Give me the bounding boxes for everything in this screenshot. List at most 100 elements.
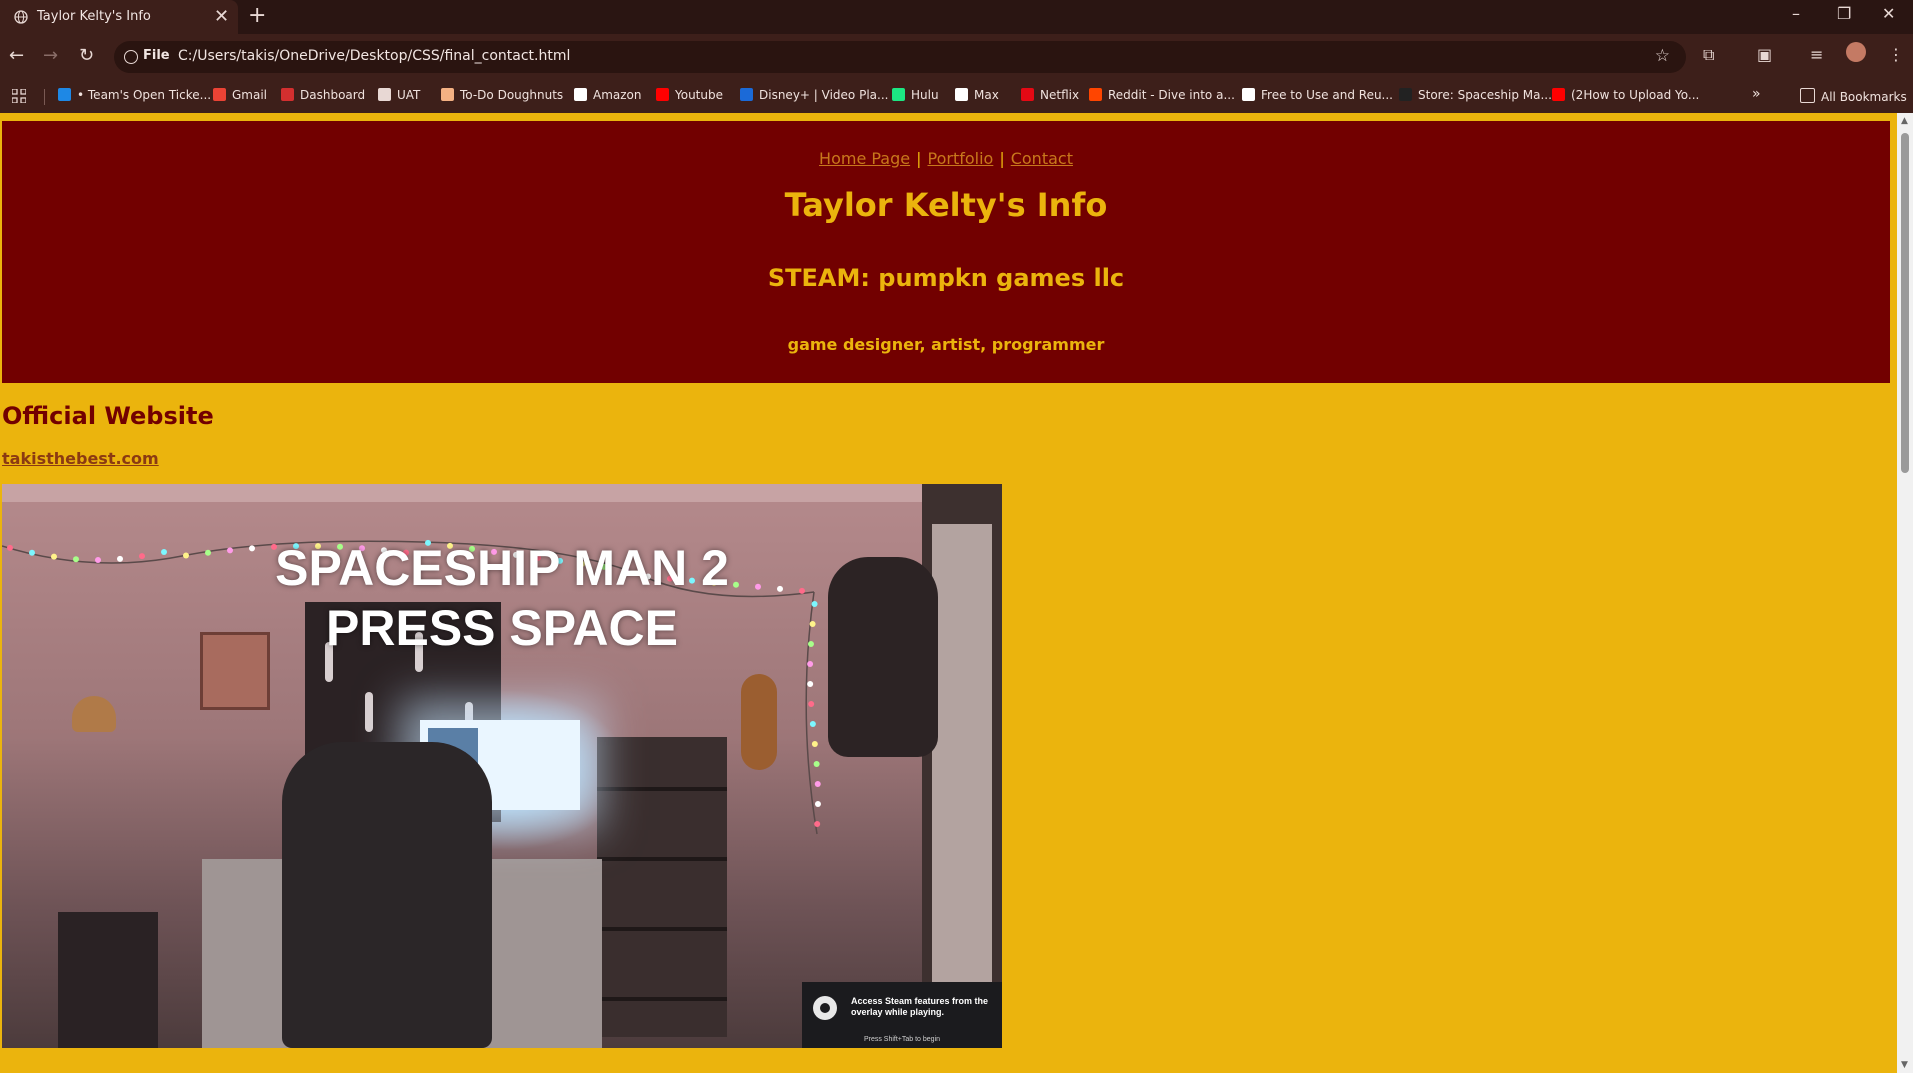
bookmark-label: Hulu bbox=[911, 88, 939, 102]
bookmarks-divider bbox=[44, 89, 45, 105]
steam-overlay-hint: Press Shift+Tab to begin bbox=[863, 1036, 941, 1043]
disney-icon bbox=[740, 88, 753, 101]
bookmark-label: Netflix bbox=[1040, 88, 1080, 102]
game-prompt-line: PRESS SPACE bbox=[326, 600, 678, 656]
bookmark-label: Dashboard bbox=[300, 88, 366, 102]
bookmark-item[interactable]: Dashboard bbox=[281, 88, 365, 102]
nav-link-portfolio[interactable]: Portfolio bbox=[928, 149, 994, 168]
light-bulb bbox=[807, 661, 814, 667]
bookmark-item[interactable]: Hulu bbox=[892, 88, 939, 102]
nav-separator: | bbox=[999, 149, 1005, 168]
bookmark-label: Gmail bbox=[232, 88, 268, 102]
bookmark-item[interactable]: Gmail bbox=[213, 88, 267, 102]
toolbar: ← → ↻ File C:/Users/takis/OneDrive/Deskt… bbox=[0, 34, 1913, 80]
nav-link-contact[interactable]: Contact bbox=[1011, 149, 1073, 168]
game-overlay-title: SPACESHIP MAN 2 PRESS SPACE bbox=[2, 538, 1002, 658]
profile-avatar[interactable] bbox=[1846, 42, 1866, 62]
address-bar[interactable]: File C:/Users/takis/OneDrive/Desktop/CSS… bbox=[114, 41, 1686, 73]
bookmark-label: Amazon bbox=[593, 88, 642, 102]
light-bulb bbox=[809, 721, 816, 727]
bookmark-label: Store: Spaceship Ma... bbox=[1418, 88, 1552, 102]
youtube-icon bbox=[1552, 88, 1565, 101]
light-bulb bbox=[813, 761, 820, 767]
max-icon bbox=[955, 88, 968, 101]
folder-icon bbox=[1800, 88, 1815, 103]
hulu-icon bbox=[892, 88, 905, 101]
official-website-heading: Official Website bbox=[2, 402, 214, 430]
all-bookmarks-button[interactable]: All Bookmarks bbox=[1800, 88, 1907, 104]
light-bulb bbox=[811, 741, 818, 747]
scrollbar-thumb[interactable] bbox=[1901, 133, 1909, 473]
page-title: Taylor Kelty's Info bbox=[784, 186, 1108, 224]
close-window-button[interactable]: ✕ bbox=[1882, 4, 1895, 23]
bookmark-item[interactable]: To-Do Doughnuts bbox=[441, 88, 563, 102]
bookmark-label: (2How to Upload Yo... bbox=[1571, 88, 1700, 102]
more-bookmarks-icon[interactable]: » bbox=[1752, 86, 1761, 102]
bookmark-item[interactable]: (2How to Upload Yo... bbox=[1552, 88, 1699, 102]
light-bulb bbox=[814, 781, 821, 787]
roles-heading: game designer, artist, programmer bbox=[787, 335, 1105, 354]
dashboard-icon bbox=[281, 88, 294, 101]
active-tab[interactable]: Taylor Kelty's Info ✕ bbox=[0, 0, 238, 34]
bookmark-item[interactable]: Store: Spaceship Ma... bbox=[1399, 88, 1552, 102]
page-scrollbar[interactable]: ▲ ▼ bbox=[1897, 113, 1913, 1073]
menu-dots-icon[interactable]: ⋮ bbox=[1888, 45, 1904, 64]
bookmark-item[interactable]: Netflix bbox=[1021, 88, 1079, 102]
bookmark-label: Disney+ | Video Pla... bbox=[759, 88, 889, 102]
forward-button[interactable]: → bbox=[43, 45, 58, 66]
n-icon bbox=[58, 88, 71, 101]
tab-title: Taylor Kelty's Info bbox=[37, 9, 151, 24]
all-bookmarks-label: All Bookmarks bbox=[1821, 90, 1907, 104]
url-text[interactable]: C:/Users/takis/OneDrive/Desktop/CSS/fina… bbox=[178, 48, 570, 64]
apps-grid-icon[interactable] bbox=[12, 89, 26, 103]
extensions-icon[interactable]: ⧉ bbox=[1703, 45, 1714, 65]
close-tab-icon[interactable]: ✕ bbox=[214, 6, 229, 27]
bookmark-item[interactable]: Max bbox=[955, 88, 999, 102]
store-icon bbox=[1399, 88, 1412, 101]
reload-button[interactable]: ↻ bbox=[79, 45, 94, 66]
minimize-button[interactable]: – bbox=[1792, 4, 1800, 23]
globe-icon bbox=[14, 10, 28, 24]
bookmark-label: UAT bbox=[397, 88, 421, 102]
bookmark-label: Max bbox=[974, 88, 999, 102]
maximize-button[interactable]: ❐ bbox=[1837, 4, 1851, 23]
bookmark-star-icon[interactable]: ☆ bbox=[1655, 46, 1670, 66]
nav-link-home[interactable]: Home Page bbox=[819, 149, 910, 168]
bookmarks-bar: • Team's Open Ticke... Gmail Dashboard UAT T… bbox=[0, 80, 1913, 113]
site-header: Home Page | Portfolio | Contact Taylor Kelty… bbox=[2, 121, 1890, 383]
official-website-link[interactable]: takisthebest.com bbox=[2, 449, 159, 468]
steam-overlay-message: Access Steam features from the overlay w… bbox=[851, 996, 989, 1017]
steam-overlay-notification: Access Steam features from the overlay w… bbox=[802, 982, 1002, 1048]
reddit-icon bbox=[1089, 88, 1102, 101]
light-bulb bbox=[814, 821, 821, 827]
steam-studio-heading: STEAM: pumpkn games llc bbox=[767, 264, 1125, 292]
tab-search-icon[interactable]: ▣ bbox=[1757, 45, 1772, 64]
folder-icon bbox=[378, 88, 391, 101]
bookmark-label: Reddit - Dive into a... bbox=[1108, 88, 1235, 102]
bookmark-item[interactable]: UAT bbox=[378, 88, 420, 102]
bookmark-item[interactable]: Youtube bbox=[656, 88, 723, 102]
light-bulb bbox=[808, 701, 815, 707]
bookmark-item[interactable]: Disney+ | Video Pla... bbox=[740, 88, 888, 102]
url-scheme-chip[interactable]: File bbox=[143, 48, 170, 63]
new-tab-button[interactable]: + bbox=[248, 3, 266, 28]
media-control-icon[interactable]: ≡ bbox=[1810, 45, 1823, 64]
tab-strip: Taylor Kelty's Info ✕ + – ❐ ✕ bbox=[0, 0, 1913, 34]
page-content: Home Page | Portfolio | Contact Taylor Kelty… bbox=[0, 113, 1897, 1073]
gameplay-photo: SPACESHIP MAN 2 PRESS SPACE Access Steam… bbox=[2, 484, 1002, 1048]
game-title-line: SPACESHIP MAN 2 bbox=[275, 540, 729, 596]
bookmark-item[interactable]: Amazon bbox=[574, 88, 642, 102]
bookmark-label: • Team's Open Ticke... bbox=[77, 88, 212, 102]
amazon-icon bbox=[574, 88, 587, 101]
nav-separator: | bbox=[916, 149, 922, 168]
bookmark-item[interactable]: Reddit - Dive into a... bbox=[1089, 88, 1235, 102]
doughnut-icon bbox=[441, 88, 454, 101]
info-icon[interactable] bbox=[124, 50, 138, 64]
youtube-icon bbox=[656, 88, 669, 101]
bookmark-item[interactable]: • Team's Open Ticke... bbox=[58, 88, 211, 102]
back-button[interactable]: ← bbox=[9, 45, 24, 66]
scroll-up-icon[interactable]: ▲ bbox=[1901, 116, 1908, 126]
light-bulb bbox=[814, 801, 821, 807]
scroll-down-icon[interactable]: ▼ bbox=[1901, 1060, 1908, 1070]
bookmark-item[interactable]: Free to Use and Reu... bbox=[1242, 88, 1393, 102]
